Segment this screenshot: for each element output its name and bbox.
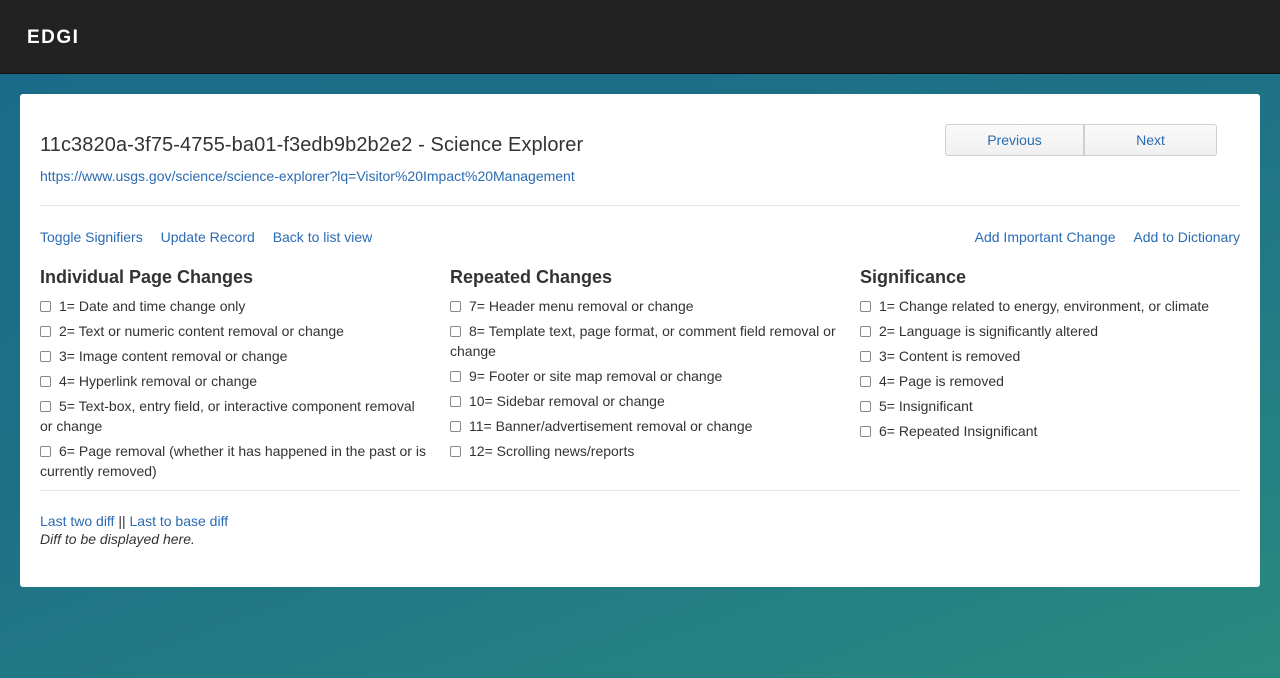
option-item: 4= Page is removed (860, 371, 1250, 391)
option-item: 11= Banner/advertisement removal or chan… (450, 416, 840, 436)
option-item: 5= Text-box, entry field, or interactive… (40, 396, 430, 436)
checkbox[interactable] (40, 401, 51, 412)
checkbox[interactable] (40, 351, 51, 362)
checkbox[interactable] (860, 351, 871, 362)
option-item: 2= Language is significantly altered (860, 321, 1250, 341)
option-label: 4= Page is removed (879, 373, 1004, 389)
column-heading: Significance (860, 267, 967, 287)
option-label: 10= Sidebar removal or change (469, 393, 665, 409)
option-item: 8= Template text, page format, or commen… (450, 321, 840, 361)
previous-button[interactable]: Previous (945, 124, 1084, 156)
toggle-signifiers-link[interactable]: Toggle Signifiers (40, 229, 143, 245)
diff-section: Last two diff || Last to base diff Diff … (40, 513, 1240, 547)
add-to-dictionary-link[interactable]: Add to Dictionary (1133, 229, 1240, 245)
option-item: 3= Content is removed (860, 346, 1250, 366)
checkbox[interactable] (40, 446, 51, 457)
record-card: 11c3820a-3f75-4755-ba01-f3edb9b2b2e2 - S… (20, 94, 1260, 587)
option-label: 5= Text-box, entry field, or interactive… (40, 398, 415, 434)
option-label: 2= Language is significantly altered (879, 323, 1099, 339)
record-header: 11c3820a-3f75-4755-ba01-f3edb9b2b2e2 - S… (40, 94, 1240, 206)
checkbox[interactable] (450, 396, 461, 407)
option-item: 5= Insignificant (860, 396, 1250, 416)
checkbox[interactable] (40, 376, 51, 387)
option-label: 5= Insignificant (879, 398, 973, 414)
column-heading: Individual Page Changes (40, 267, 254, 287)
checkbox[interactable] (860, 401, 871, 412)
checkbox[interactable] (40, 326, 51, 337)
checkbox[interactable] (860, 426, 871, 437)
page-title: 11c3820a-3f75-4755-ba01-f3edb9b2b2e2 - S… (40, 134, 584, 156)
checkbox[interactable] (860, 326, 871, 337)
checkbox[interactable] (860, 376, 871, 387)
option-item: 4= Hyperlink removal or change (40, 371, 430, 391)
option-label: 1= Change related to energy, environment… (879, 298, 1210, 314)
individual-page-changes-column: Individual Page Changes 1= Date and time… (40, 267, 430, 486)
option-item: 6= Page removal (whether it has happened… (40, 441, 430, 481)
column-heading: Repeated Changes (450, 267, 613, 287)
significance-column: Significance 1= Change related to energy… (860, 267, 1250, 446)
next-button[interactable]: Next (1084, 124, 1217, 156)
pager: Previous Next (945, 124, 1217, 156)
action-links-right: Add Important Change Add to Dictionary (961, 229, 1240, 245)
option-label: 6= Repeated Insignificant (879, 423, 1038, 439)
option-item: 1= Date and time change only (40, 296, 430, 316)
checkbox[interactable] (450, 326, 461, 337)
diff-placeholder-text: Diff to be displayed here. (40, 531, 195, 547)
option-label: 12= Scrolling news/reports (469, 443, 635, 459)
option-item: 6= Repeated Insignificant (860, 421, 1250, 441)
checkbox[interactable] (40, 301, 51, 312)
update-record-link[interactable]: Update Record (161, 229, 255, 245)
last-to-base-diff-link[interactable]: Last to base diff (130, 513, 229, 529)
add-important-change-link[interactable]: Add Important Change (975, 229, 1116, 245)
action-links-left: Toggle Signifiers Update Record Back to … (40, 229, 386, 245)
last-two-diff-link[interactable]: Last two diff (40, 513, 114, 529)
option-item: 3= Image content removal or change (40, 346, 430, 366)
top-navbar: EDGI (0, 0, 1280, 74)
diff-links: Last two diff || Last to base diff (40, 513, 1240, 529)
option-item: 9= Footer or site map removal or change (450, 366, 840, 386)
option-item: 2= Text or numeric content removal or ch… (40, 321, 430, 341)
checkbox[interactable] (450, 371, 461, 382)
brand-logo[interactable]: EDGI (27, 27, 79, 49)
page-url-link[interactable]: https://www.usgs.gov/science/science-exp… (40, 168, 575, 184)
option-label: 9= Footer or site map removal or change (469, 368, 723, 384)
option-item: 7= Header menu removal or change (450, 296, 840, 316)
signifier-columns: Individual Page Changes 1= Date and time… (40, 259, 1240, 491)
option-label: 2= Text or numeric content removal or ch… (59, 323, 344, 339)
option-item: 1= Change related to energy, environment… (860, 296, 1250, 316)
checkbox[interactable] (860, 301, 871, 312)
option-label: 4= Hyperlink removal or change (59, 373, 258, 389)
diff-link-separator: || (118, 513, 126, 529)
option-label: 11= Banner/advertisement removal or chan… (469, 418, 753, 434)
option-label: 6= Page removal (whether it has happened… (40, 443, 426, 479)
option-label: 8= Template text, page format, or commen… (450, 323, 836, 359)
option-label: 7= Header menu removal or change (469, 298, 694, 314)
action-bar: Toggle Signifiers Update Record Back to … (40, 229, 1240, 259)
repeated-changes-column: Repeated Changes 7= Header menu removal … (450, 267, 840, 466)
option-label: 3= Image content removal or change (59, 348, 288, 364)
option-item: 12= Scrolling news/reports (450, 441, 840, 461)
checkbox[interactable] (450, 301, 461, 312)
option-label: 3= Content is removed (879, 348, 1021, 364)
option-item: 10= Sidebar removal or change (450, 391, 840, 411)
back-to-list-link[interactable]: Back to list view (273, 229, 373, 245)
checkbox[interactable] (450, 446, 461, 457)
checkbox[interactable] (450, 421, 461, 432)
option-label: 1= Date and time change only (59, 298, 246, 314)
